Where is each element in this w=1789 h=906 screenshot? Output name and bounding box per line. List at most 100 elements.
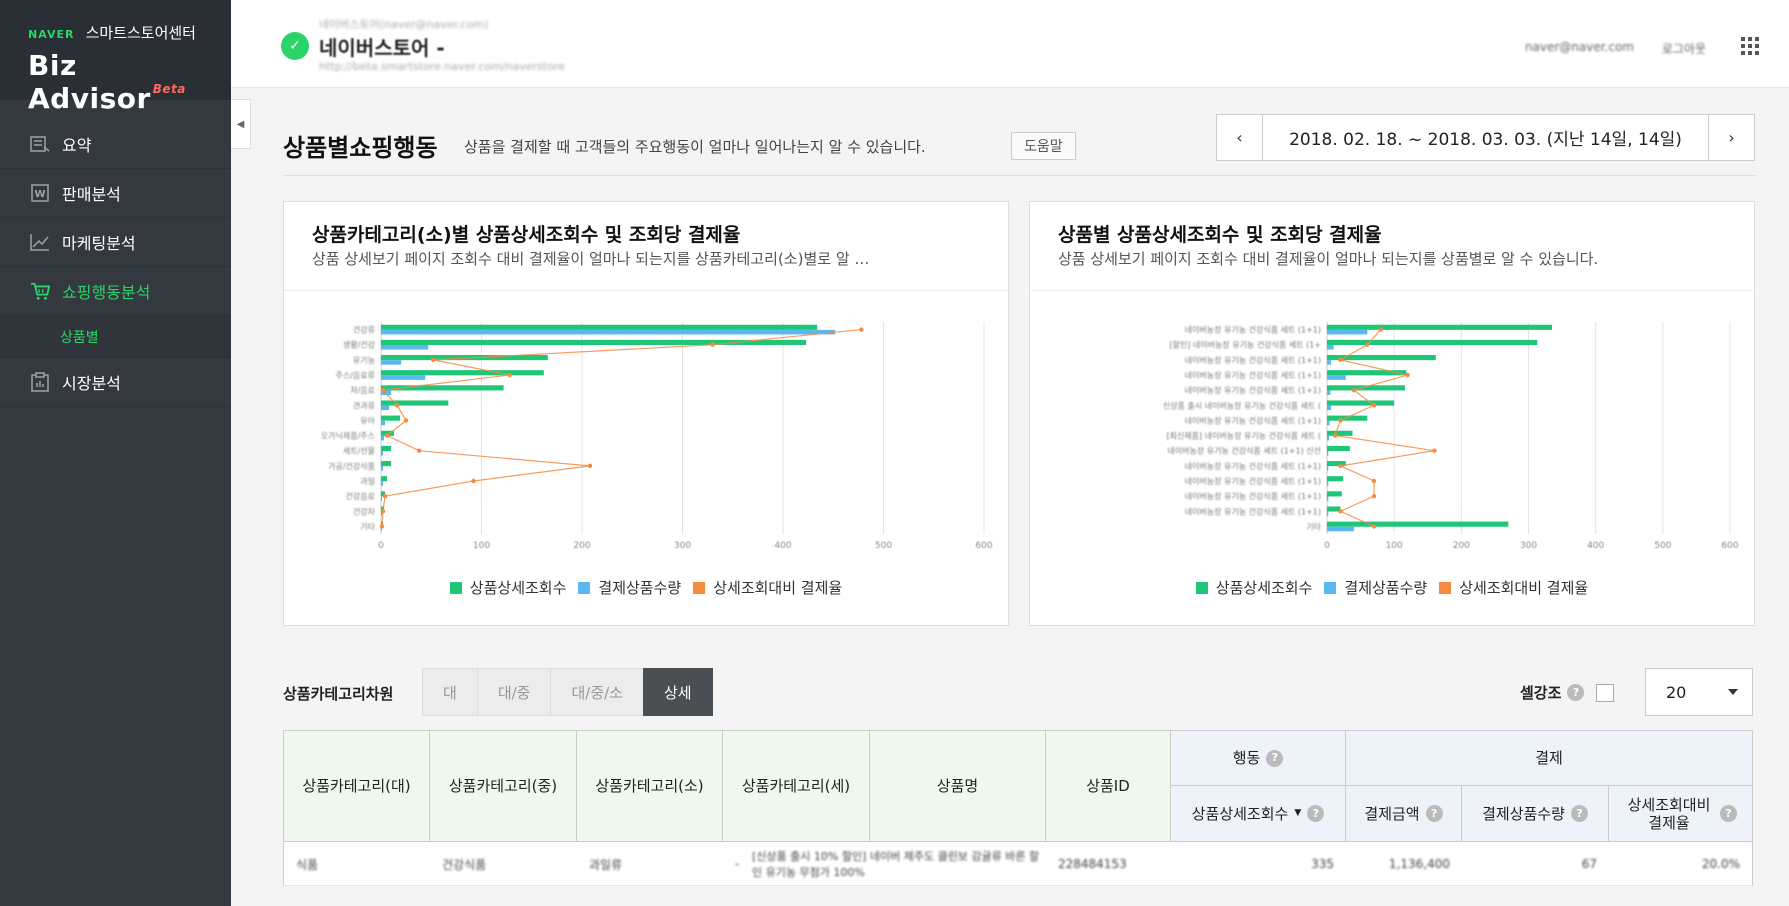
legend-item-rate[interactable]: 상세조회대비 결제율 — [693, 577, 842, 598]
x-tick-label: 300 — [1520, 541, 1537, 551]
dimension-option-detail[interactable]: 상세 — [642, 668, 713, 716]
legend-label: 상세조회대비 결제율 — [1459, 579, 1589, 597]
category-dimension-toggle: 대 대/중 대/중/소 상세 — [422, 668, 713, 716]
cart-icon — [30, 282, 50, 300]
category-bar-chart[interactable]: 0 100 200 300 400 500 600 건강류생활/건강유기농주스/음료류차/음료… — [284, 302, 1010, 572]
page-header: 상품별쇼핑행동 상품을 결제할 때 고객들의 주요행동이 얼마나 일어나는지 알… — [283, 88, 1755, 176]
sidebar-item-summary[interactable]: 요약 — [0, 120, 231, 169]
x-tick-label: 600 — [1721, 541, 1738, 551]
rate-point — [1338, 357, 1343, 363]
table-filter-row: 상품카테고리차원 대 대/중 대/중/소 상세 셀강조 ? 20 — [283, 668, 1755, 716]
col-product-views[interactable]: 상품상세조회수 ▼? — [1171, 786, 1346, 841]
x-tick-label: 0 — [1324, 541, 1330, 551]
help-button[interactable]: 도움말 — [1011, 132, 1076, 160]
help-icon[interactable]: ? — [1570, 805, 1588, 822]
help-icon[interactable]: ? — [1266, 749, 1284, 767]
sidebar-collapse-button[interactable]: ◀ — [231, 99, 251, 149]
trend-icon — [30, 233, 50, 251]
sidebar-item-sales[interactable]: W 판매분석 — [0, 169, 231, 218]
apps-grid-icon[interactable] — [1741, 37, 1759, 55]
help-icon[interactable]: ? — [1720, 805, 1737, 822]
rate-point — [1332, 433, 1338, 438]
rate-point — [1338, 509, 1343, 514]
rate-point — [1378, 327, 1383, 332]
y-category-label: 네이버농장 유기농 건강식품 세트 (1+1) — [1185, 476, 1321, 486]
help-icon[interactable]: ? — [1567, 684, 1585, 701]
cell-qty: 67 — [1581, 857, 1597, 871]
cell-views: 335 — [1311, 857, 1334, 871]
date-range[interactable]: 2018. 02. 18. ~ 2018. 03. 03. (지난 14일, 1… — [1263, 115, 1708, 160]
sort-desc-icon: ▼ — [1294, 808, 1302, 819]
col-product-id[interactable]: 상품ID — [1046, 731, 1171, 841]
x-tick-label: 500 — [875, 541, 892, 551]
sidebar-item-shopping-behavior[interactable]: 쇼핑행동분석 — [0, 267, 231, 316]
table-header: 상품카테고리(대) 상품카테고리(중) 상품카테고리(소) 상품카테고리(세) … — [283, 730, 1753, 842]
bar-views — [1327, 491, 1342, 497]
cell-highlight-checkbox[interactable] — [1596, 683, 1615, 702]
col-payment-amount[interactable]: 결제금액? — [1346, 786, 1462, 841]
cell-product-name[interactable]: [신상품 출시 10% 할인] 네이버 제주도 클린보 감귤류 바른 할인 유기… — [740, 842, 1060, 886]
sidebar-item-marketing[interactable]: 마케팅분석 — [0, 218, 231, 267]
prev-period-button[interactable]: ‹ — [1217, 115, 1263, 160]
x-tick-label: 200 — [1453, 541, 1470, 551]
bar-qty — [381, 345, 429, 350]
store-url[interactable]: http://beta.smartstore.naver.com/naverst… — [319, 60, 565, 73]
col-payment-qty[interactable]: 결제상품수량? — [1462, 786, 1609, 841]
col-category-medium[interactable]: 상품카테고리(중) — [430, 731, 577, 841]
dimension-option-large[interactable]: 대 — [422, 668, 477, 716]
next-period-button[interactable]: › — [1708, 115, 1754, 160]
bar-qty — [381, 420, 386, 426]
help-icon[interactable]: ? — [1307, 805, 1325, 822]
y-category-label: 생활/건강 — [343, 340, 376, 350]
legend-item-qty[interactable]: 결제상품수량 — [578, 577, 681, 598]
legend-label: 상품상세조회수 — [469, 579, 567, 597]
col-payment-qty-label: 결제상품수량 — [1482, 804, 1565, 823]
dimension-option-small[interactable]: 대/중/소 — [550, 668, 643, 716]
col-category-large[interactable]: 상품카테고리(대) — [284, 731, 430, 841]
bar-qty — [381, 481, 384, 486]
rate-point — [1351, 387, 1357, 393]
x-tick-label: 400 — [1587, 541, 1604, 551]
store-selector[interactable]: 네이버스토어 - — [319, 32, 445, 61]
panel-title: 상품별 상품상세조회수 및 조회당 결제율 — [1058, 224, 1382, 246]
rate-point — [1432, 448, 1437, 453]
rate-point — [1371, 403, 1377, 408]
col-product-name[interactable]: 상품명 — [870, 731, 1046, 841]
col-category-small[interactable]: 상품카테고리(소) — [577, 731, 723, 841]
col-payment-rate[interactable]: 상세조회대비 결제율? — [1609, 786, 1752, 841]
legend-item-rate[interactable]: 상세조회대비 결제율 — [1439, 577, 1588, 598]
legend-item-views[interactable]: 상품상세조회수 — [449, 577, 567, 598]
chart-legend: 상품상세조회수 결제상품수량 상세조회대비 결제율 — [284, 577, 1008, 598]
sidebar-item-market[interactable]: 시장분석 — [0, 358, 231, 407]
bar-qty — [1327, 496, 1329, 501]
bar-qty — [381, 451, 384, 456]
rate-line — [381, 328, 862, 527]
page-size-select[interactable]: 20 — [1645, 668, 1753, 716]
y-category-label: 네이버농장 유기농 건강식품 세트 (1+1) — [1185, 415, 1321, 425]
col-payment-amount-label: 결제금액 — [1364, 804, 1420, 823]
help-icon[interactable]: ? — [1425, 805, 1443, 822]
sidebar-subitem-by-product[interactable]: 상품별 — [0, 316, 231, 358]
logout-link[interactable]: 로그아웃 — [1662, 40, 1706, 57]
legend-item-qty[interactable]: 결제상품수량 — [1324, 577, 1427, 598]
cell-category-large: 식품 — [296, 857, 319, 872]
col-payment-rate-label: 상세조회대비 결제율 — [1627, 795, 1711, 832]
cell-rate: 20.0% — [1701, 857, 1740, 871]
legend-item-views[interactable]: 상품상세조회수 — [1195, 577, 1312, 598]
brand[interactable]: NAVER 스마트스토어센터 Biz Advisor Beta — [0, 0, 231, 115]
group-behavior-label: 행동 — [1232, 749, 1261, 767]
col-category-detail[interactable]: 상품카테고리(세) — [723, 731, 870, 841]
x-tick-label: 600 — [975, 541, 992, 551]
bar-qty — [1327, 360, 1332, 365]
legend-swatch — [449, 581, 462, 594]
table-row[interactable]: 식품 건강식품 과일류 - [신상품 출시 10% 할인] 네이버 제주도 클린… — [283, 842, 1753, 886]
bar-qty — [1327, 375, 1346, 380]
product-bar-chart[interactable]: 0 100 200 300 400 500 600 네이버농장 유기농 건강식품 세트 (1+… — [1030, 302, 1756, 572]
dimension-option-medium[interactable]: 대/중 — [476, 668, 551, 716]
store-check-icon: ✓ — [281, 32, 309, 60]
cell-category-medium: 건강식품 — [442, 857, 487, 872]
naver-logo: NAVER — [28, 28, 75, 41]
rate-point — [382, 493, 388, 499]
panel-title: 상품카테고리(소)별 상품상세조회수 및 조회당 결제율 — [312, 224, 741, 246]
y-category-label: 가공/건강식품 — [328, 461, 375, 471]
